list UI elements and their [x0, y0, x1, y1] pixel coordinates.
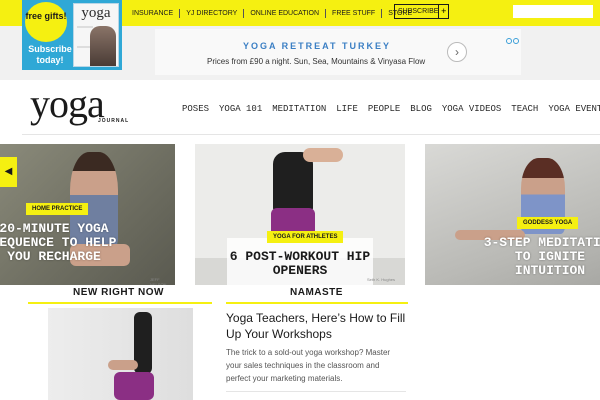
- nav-item-teach[interactable]: TEACH: [511, 104, 538, 116]
- arm-image: [108, 360, 138, 370]
- slide-tag: HOME PRACTICE: [26, 203, 89, 215]
- logo-subtitle: JOURNAL: [98, 118, 130, 124]
- free-gifts-badge: free gifts!: [25, 2, 67, 42]
- logo-wordmark: yoga: [30, 81, 105, 126]
- utility-link-yj-directory[interactable]: YJ DIRECTORY: [180, 8, 245, 18]
- nav-item-people[interactable]: PEOPLE: [368, 104, 400, 116]
- article-summary: The trick to a sold-out yoga workshop? M…: [226, 348, 391, 383]
- ad-choices-icon[interactable]: [505, 31, 519, 44]
- section-underline: [28, 302, 212, 304]
- photo-credit: Seth K. Hughes: [367, 277, 396, 282]
- subscribe-label: SUBSCRIBE: [398, 8, 439, 15]
- yoga-journal-logo[interactable]: yoga JOURNAL: [30, 81, 128, 126]
- cover-person-figure: [90, 26, 116, 66]
- carousel-prev-arrow-icon[interactable]: ◀: [0, 157, 17, 187]
- plus-icon: +: [438, 5, 448, 18]
- utility-link-free-stuff[interactable]: FREE STUFF: [326, 8, 383, 18]
- article-title[interactable]: Yoga Teachers, Here’s How to Fill Up You…: [226, 310, 406, 342]
- article-image-legs-up-wall[interactable]: [48, 308, 193, 400]
- nav-item-meditation[interactable]: MEDITATION: [272, 104, 326, 116]
- main-nav: POSES YOGA 101 MEDITATION LIFE PEOPLE BL…: [182, 104, 600, 116]
- section-title-namaste: NAMASTE: [290, 287, 343, 298]
- nav-item-blog[interactable]: BLOG: [410, 104, 432, 116]
- nav-item-poses[interactable]: POSES: [182, 104, 209, 116]
- magazine-cover-image: yoga: [73, 3, 119, 67]
- carousel-slide-home-practice[interactable]: HOME PRACTICE 20-MINUTE YOGA SEQUENCE TO…: [0, 144, 175, 285]
- search-input[interactable]: [513, 5, 593, 18]
- cover-title: yoga: [81, 5, 111, 21]
- slide-tag: GODDESS YOGA: [517, 217, 579, 229]
- nav-item-yoga-101[interactable]: YOGA 101: [219, 104, 262, 116]
- carousel-slide-goddess-yoga[interactable]: GODDESS YOGA 3-STEP MEDITATION TO IGNITE…: [425, 144, 600, 285]
- photo-credit: JEFF NELSON: [150, 277, 167, 285]
- nav-item-yoga-events[interactable]: YOGA EVENTS: [548, 104, 600, 116]
- advertisement-banner[interactable]: YOGA RETREAT TURKEY Prices from £90 a ni…: [155, 29, 521, 75]
- utility-link-online-education[interactable]: ONLINE EDUCATION: [244, 8, 327, 18]
- article-divider: [226, 391, 406, 392]
- slide-tag: YOGA FOR ATHLETES: [267, 231, 344, 243]
- slide-headline: 3-STEP MEDITATION TO IGNITE INTUITION: [483, 235, 600, 278]
- utility-nav: INSURANCE YJ DIRECTORY ONLINE EDUCATION …: [126, 5, 418, 21]
- nav-item-yoga-videos[interactable]: YOGA VIDEOS: [442, 104, 501, 116]
- slide-headline: 20-MINUTE YOGA SEQUENCE TO HELP YOU RECH…: [0, 221, 117, 264]
- ad-title: YOGA RETREAT TURKEY: [243, 41, 392, 51]
- feet-image: [303, 148, 343, 162]
- utility-link-insurance[interactable]: INSURANCE: [126, 8, 181, 18]
- chevron-right-icon[interactable]: ›: [447, 42, 467, 62]
- subscribe-button[interactable]: SUBSCRIBE +: [394, 4, 449, 19]
- section-underline: [226, 302, 408, 304]
- ad-subtitle: Prices from £90 a night. Sun, Sea, Mount…: [207, 57, 426, 66]
- subscribe-today-text: Subscribe today!: [28, 44, 72, 65]
- carousel-slide-hip-openers[interactable]: YOGA FOR ATHLETES 6 POST-WORKOUT HIP OPE…: [195, 144, 405, 285]
- slide-headline: 6 POST-WORKOUT HIP OPENERS: [229, 249, 371, 278]
- section-title-new-right-now: NEW RIGHT NOW: [73, 287, 164, 298]
- torso-image: [114, 372, 154, 400]
- header-divider: [22, 134, 600, 135]
- subscribe-promo[interactable]: free gifts! yoga Subscribe today!: [22, 0, 122, 70]
- nav-item-life[interactable]: LIFE: [336, 104, 358, 116]
